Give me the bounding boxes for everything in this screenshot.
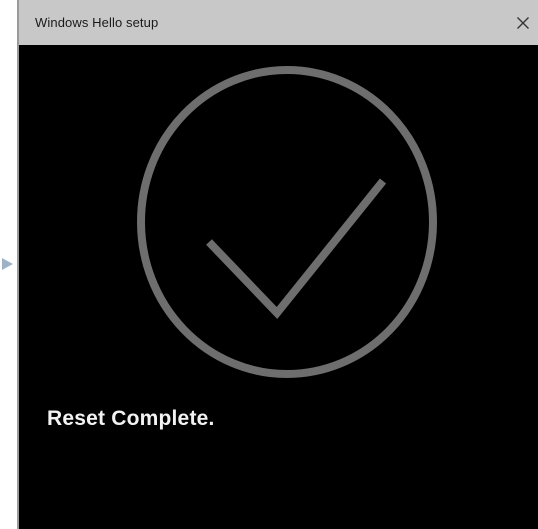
- pointer-arrow-icon: [2, 258, 13, 270]
- status-message: Reset Complete.: [47, 407, 215, 430]
- title-bar: Windows Hello setup: [19, 0, 538, 45]
- dialog-content: Reset Complete.: [19, 45, 538, 529]
- window-title: Windows Hello setup: [35, 15, 159, 30]
- checkmark-circle-icon: [137, 66, 437, 378]
- close-icon: [517, 16, 529, 29]
- screenshot: Windows Hello setup Reset Complete.: [0, 0, 538, 529]
- windows-hello-setup-window: Windows Hello setup Reset Complete.: [19, 0, 538, 529]
- close-button[interactable]: [508, 0, 538, 45]
